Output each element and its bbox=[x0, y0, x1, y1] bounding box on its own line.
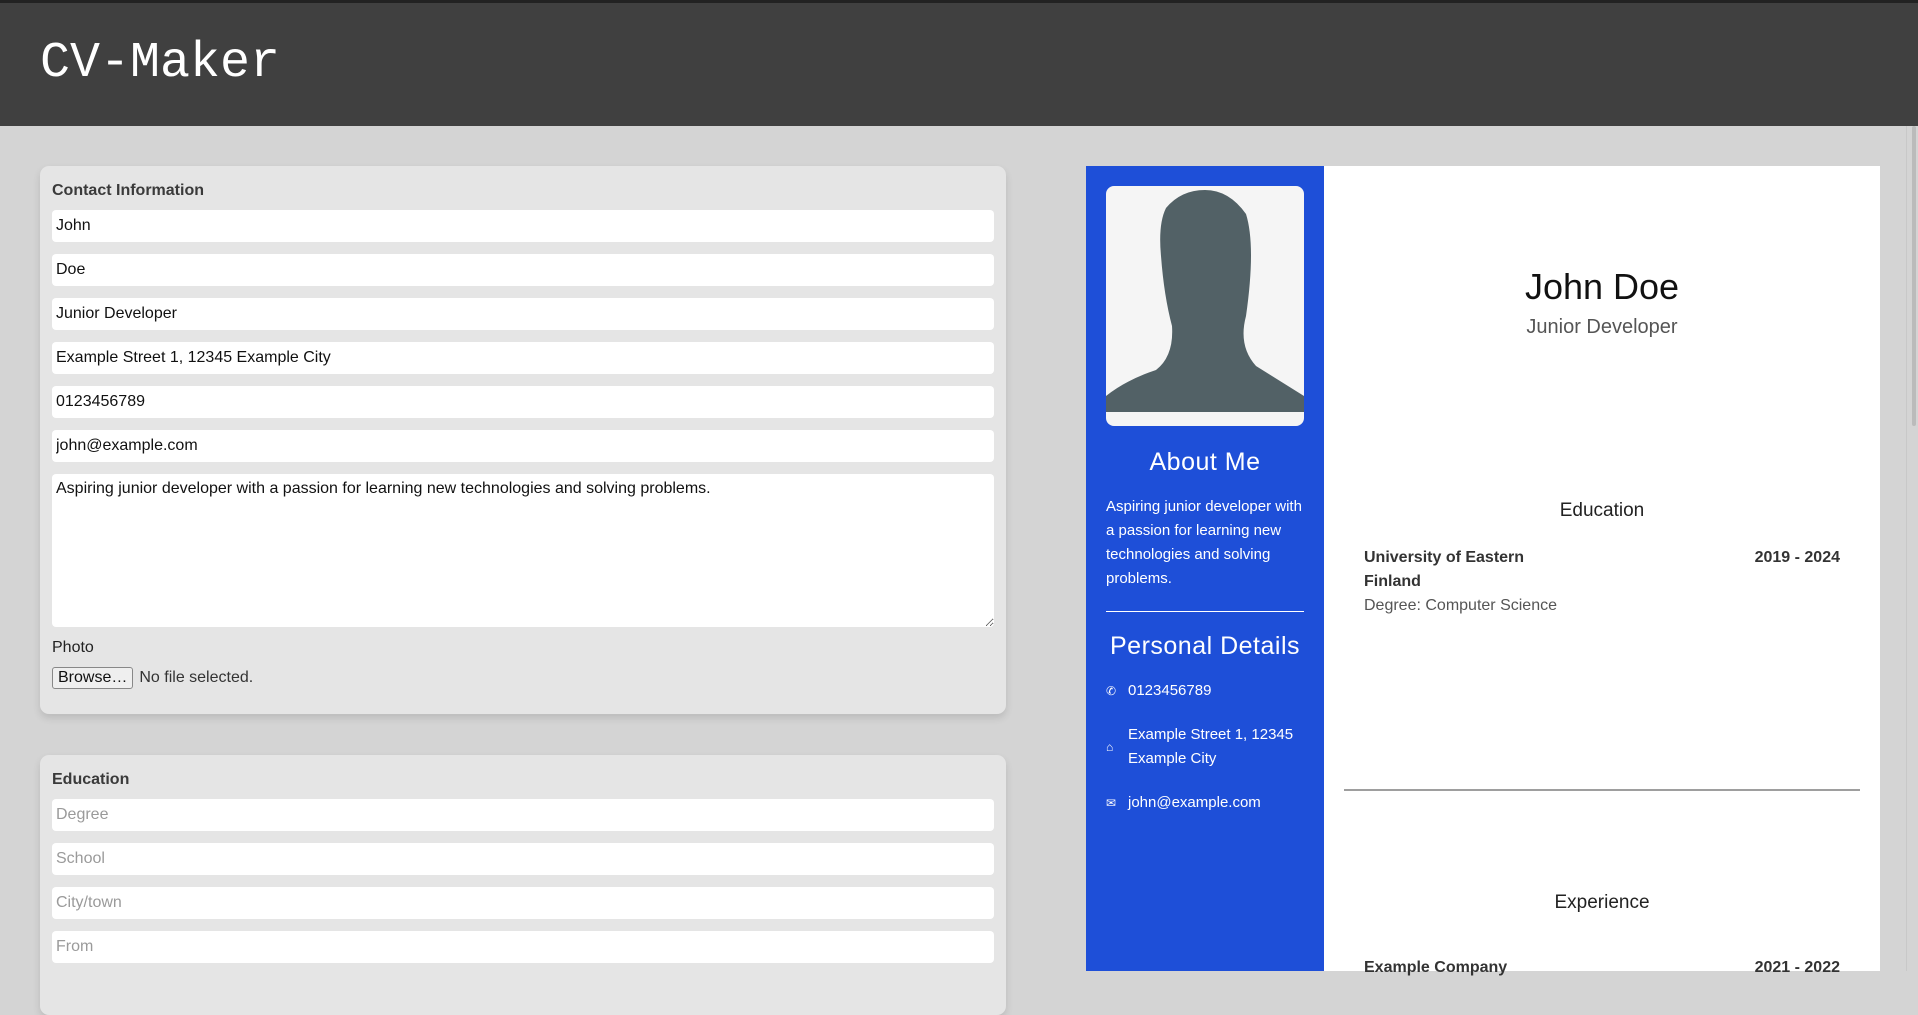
about-me-title: About Me bbox=[1149, 448, 1261, 476]
phone-input[interactable] bbox=[52, 386, 994, 418]
browse-button[interactable]: Browse… bbox=[52, 667, 134, 689]
person-silhouette-icon bbox=[1106, 190, 1304, 412]
email-text: john@example.com bbox=[1128, 794, 1261, 811]
contact-heading: Contact Information bbox=[52, 182, 204, 199]
cv-name: John Doe bbox=[1524, 266, 1680, 307]
address-detail: ⌂ Example Street 1, 12345 Example City bbox=[1106, 723, 1304, 771]
cv-experience-title: Experience bbox=[1554, 892, 1650, 913]
personal-details-title: Personal Details bbox=[1109, 632, 1301, 660]
about-me-text: Aspiring junior developer with a passion… bbox=[1106, 498, 1302, 587]
degree-input[interactable] bbox=[52, 799, 994, 831]
degree-text: Degree: Computer Science bbox=[1364, 597, 1557, 614]
experience-dates: 2021 - 2022 bbox=[1754, 959, 1840, 976]
company-name: Example Company bbox=[1364, 959, 1508, 976]
photo-label: Photo bbox=[52, 639, 94, 656]
address-input[interactable] bbox=[52, 342, 994, 374]
section-divider bbox=[1344, 789, 1860, 791]
sidebar-divider bbox=[1106, 611, 1304, 612]
experience-entry: Example Company 2021 - 2022 bbox=[1364, 956, 1840, 980]
first-name-input[interactable] bbox=[52, 210, 994, 242]
school-input[interactable] bbox=[52, 843, 994, 875]
from-input[interactable] bbox=[52, 931, 994, 963]
about-textarea[interactable]: Aspiring junior developer with a passion… bbox=[52, 474, 994, 627]
cv-education-title: Education bbox=[1559, 500, 1645, 521]
home-icon: ⌂ bbox=[1106, 740, 1114, 754]
city-input[interactable] bbox=[52, 887, 994, 919]
phone-text: 0123456789 bbox=[1128, 682, 1212, 699]
school-name: University of Eastern Finland bbox=[1364, 549, 1525, 590]
job-title-input[interactable] bbox=[52, 298, 994, 330]
phone-icon: ✆ bbox=[1106, 684, 1117, 698]
cv-sidebar: About Me Aspiring junior developer with … bbox=[1086, 166, 1324, 971]
mail-icon: ✉ bbox=[1106, 796, 1117, 810]
cv-preview: About Me Aspiring junior developer with … bbox=[1086, 166, 1880, 976]
phone-detail: ✆ 0123456789 bbox=[1106, 679, 1304, 703]
contact-information-card: Contact Information Aspiring junior deve… bbox=[40, 166, 1006, 714]
app-header: CV-Maker bbox=[0, 3, 1918, 126]
cv-job-title: Junior Developer bbox=[1526, 316, 1678, 338]
education-card: Education bbox=[40, 755, 1006, 1015]
address-text: Example Street 1, 12345 Example City bbox=[1128, 726, 1294, 767]
photo-file-input: Browse… No file selected. bbox=[52, 667, 994, 689]
page-scrollbar[interactable] bbox=[1906, 126, 1918, 971]
cv-main: John Doe Junior Developer Education Univ… bbox=[1324, 166, 1880, 976]
scrollbar-thumb[interactable] bbox=[1912, 126, 1916, 426]
file-status: No file selected. bbox=[139, 669, 254, 686]
email-input[interactable] bbox=[52, 430, 994, 462]
education-heading: Education bbox=[52, 771, 130, 788]
email-detail: ✉ john@example.com bbox=[1106, 791, 1304, 815]
app-title: CV-Maker bbox=[40, 35, 281, 92]
profile-photo bbox=[1106, 186, 1304, 426]
last-name-input[interactable] bbox=[52, 254, 994, 286]
education-entry: University of Eastern Finland 2019 - 202… bbox=[1364, 546, 1840, 618]
education-dates: 2019 - 2024 bbox=[1754, 549, 1840, 566]
